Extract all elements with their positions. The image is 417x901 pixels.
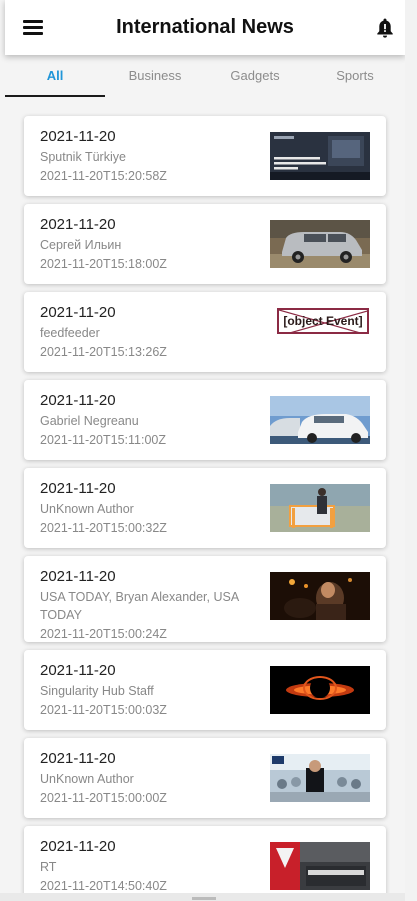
app-header: International News bbox=[5, 0, 405, 55]
news-app: International News All Business Gadgets … bbox=[0, 0, 405, 901]
article-author: Singularity Hub Staff bbox=[40, 684, 154, 698]
article-thumbnail bbox=[270, 132, 370, 180]
article-author: RT bbox=[40, 860, 57, 874]
article-date: 2021-11-20 bbox=[40, 216, 116, 233]
article-date: 2021-11-20 bbox=[40, 480, 116, 497]
article-author: feedfeeder bbox=[40, 326, 100, 340]
article-author: UnKnown Author bbox=[40, 502, 134, 516]
article-timestamp: 2021-11-20T15:11:00Z bbox=[40, 433, 167, 447]
home-indicator bbox=[192, 897, 216, 900]
article-timestamp: 2021-11-20T15:00:03Z bbox=[40, 703, 167, 717]
tab-all[interactable]: All bbox=[5, 55, 105, 97]
news-card[interactable]: 2021-11-20 UnKnown Author 2021-11-20T15:… bbox=[24, 468, 386, 548]
news-feed: 2021-11-20 Sputnik Türkiye 2021-11-20T15… bbox=[24, 116, 386, 901]
tab-gadgets[interactable]: Gadgets bbox=[205, 55, 305, 97]
broken-image-alt-text: [object Event] bbox=[283, 314, 363, 328]
notification-bell-icon[interactable] bbox=[375, 17, 395, 39]
article-date: 2021-11-20 bbox=[40, 838, 116, 855]
article-author: Sputnik Türkiye bbox=[40, 150, 126, 164]
article-date: 2021-11-20 bbox=[40, 662, 116, 679]
article-thumbnail bbox=[270, 842, 370, 890]
news-card[interactable]: 2021-11-20 Gabriel Negreanu 2021-11-20T1… bbox=[24, 380, 386, 460]
news-card[interactable]: 2021-11-20 RT 2021-11-20T14:50:40Z bbox=[24, 826, 386, 901]
article-date: 2021-11-20 bbox=[40, 392, 116, 409]
page-title: International News bbox=[116, 16, 294, 38]
article-thumbnail bbox=[270, 572, 370, 620]
article-thumbnail bbox=[270, 396, 370, 444]
article-timestamp: 2021-11-20T15:00:32Z bbox=[40, 521, 167, 535]
broken-image-placeholder: [object Event] bbox=[277, 308, 369, 334]
article-author: USA TODAY, Bryan Alexander, USA TODAY bbox=[40, 590, 239, 622]
news-card[interactable]: 2021-11-20 Singularity Hub Staff 2021-11… bbox=[24, 650, 386, 730]
article-timestamp: 2021-11-20T15:00:24Z bbox=[40, 627, 167, 641]
article-timestamp: 2021-11-20T15:20:58Z bbox=[40, 169, 167, 183]
news-card[interactable]: 2021-11-20 Sputnik Türkiye 2021-11-20T15… bbox=[24, 116, 386, 196]
article-author: UnKnown Author bbox=[40, 772, 134, 786]
bottom-edge bbox=[0, 893, 405, 901]
article-date: 2021-11-20 bbox=[40, 568, 116, 585]
news-card[interactable]: 2021-11-20 feedfeeder 2021-11-20T15:13:2… bbox=[24, 292, 386, 372]
article-thumbnail bbox=[270, 754, 370, 802]
article-date: 2021-11-20 bbox=[40, 304, 116, 321]
article-author: Сергей Ильин bbox=[40, 238, 122, 252]
news-card[interactable]: 2021-11-20 Сергей Ильин 2021-11-20T15:18… bbox=[24, 204, 386, 284]
tab-business[interactable]: Business bbox=[105, 55, 205, 97]
article-timestamp: 2021-11-20T15:00:00Z bbox=[40, 791, 167, 805]
news-card[interactable]: 2021-11-20 USA TODAY, Bryan Alexander, U… bbox=[24, 556, 386, 642]
article-date: 2021-11-20 bbox=[40, 750, 116, 767]
article-thumbnail bbox=[270, 666, 370, 714]
article-timestamp: 2021-11-20T15:18:00Z bbox=[40, 257, 167, 271]
news-card[interactable]: 2021-11-20 UnKnown Author 2021-11-20T15:… bbox=[24, 738, 386, 818]
article-timestamp: 2021-11-20T15:13:26Z bbox=[40, 345, 167, 359]
article-thumbnail bbox=[270, 220, 370, 268]
article-date: 2021-11-20 bbox=[40, 128, 116, 145]
category-tabs: All Business Gadgets Sports bbox=[5, 55, 405, 97]
article-thumbnail bbox=[270, 484, 370, 532]
tab-sports[interactable]: Sports bbox=[305, 55, 405, 97]
article-author: Gabriel Negreanu bbox=[40, 414, 139, 428]
